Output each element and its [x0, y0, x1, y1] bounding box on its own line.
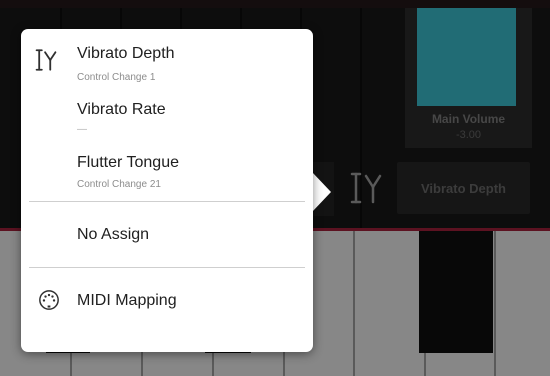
menu-item-midi-mapping[interactable]: MIDI Mapping — [21, 268, 313, 332]
menu-item-vibrato-depth[interactable]: Vibrato Depth Control Change 1 — [21, 35, 313, 87]
menu-item-title: MIDI Mapping — [77, 292, 177, 309]
controller-assign-menu: Vibrato Depth Control Change 1 Vibrato R… — [21, 29, 313, 352]
menu-item-subtitle: Control Change 1 — [77, 72, 156, 83]
menu-item-subtitle: — — [77, 124, 87, 135]
menu-item-title: Vibrato Rate — [77, 101, 166, 118]
app-screen: Main Volume -3.00 Vibrato Depth Vibrato … — [0, 0, 550, 376]
menu-item-title: Flutter Tongue — [77, 154, 179, 171]
menu-item-flutter-tongue[interactable]: Flutter Tongue Control Change 21 — [21, 142, 313, 200]
menu-item-title: Vibrato Depth — [77, 45, 175, 62]
menu-item-no-assign[interactable]: No Assign — [21, 202, 313, 266]
menu-item-subtitle: Control Change 21 — [77, 179, 161, 190]
menu-item-vibrato-rate[interactable]: Vibrato Rate — — [21, 87, 313, 142]
midi-port-icon — [39, 290, 59, 310]
controller-assign-icon — [35, 49, 57, 71]
menu-pointer — [312, 172, 331, 212]
menu-item-title: No Assign — [77, 226, 150, 243]
